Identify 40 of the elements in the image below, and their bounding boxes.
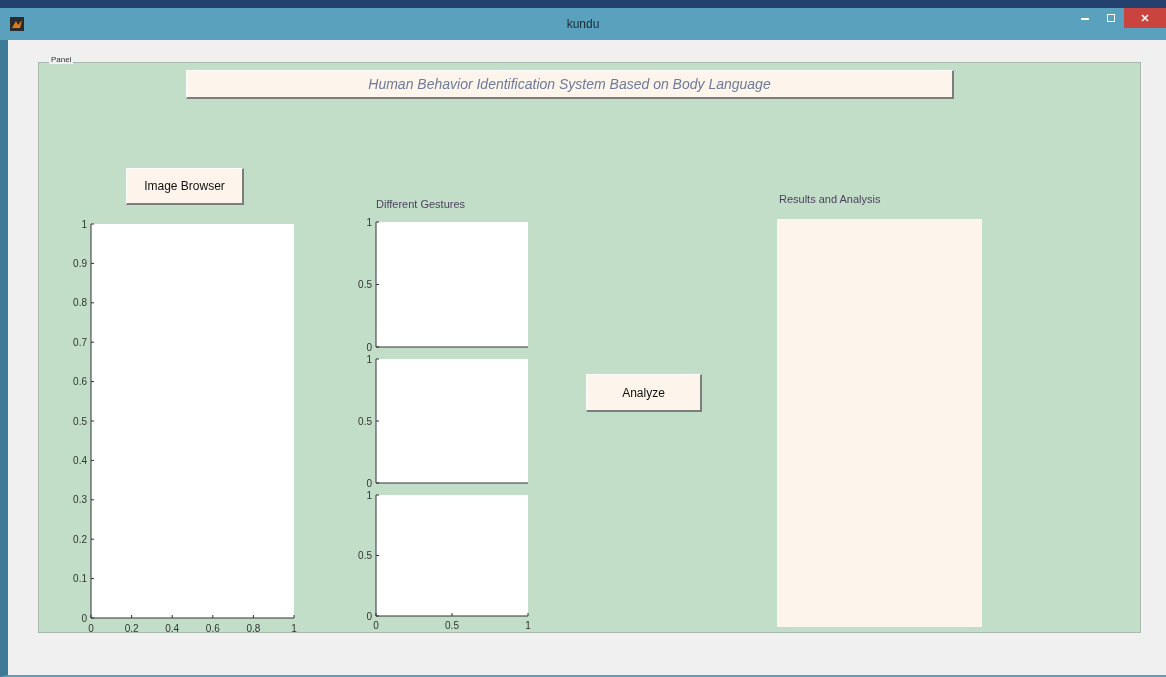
- tick-label: 0.8: [246, 623, 261, 634]
- tick-label: 0.7: [73, 336, 87, 348]
- tick-label: 1: [366, 353, 372, 365]
- tick-label: 0: [366, 477, 372, 489]
- tick-label: 0.5: [445, 620, 459, 631]
- image-browser-button[interactable]: Image Browser: [126, 168, 244, 205]
- tick-label: 0.2: [73, 533, 87, 545]
- tick-label: 1: [291, 623, 297, 634]
- tick-label: 0.3: [73, 494, 87, 506]
- tick-label: 0.9: [73, 257, 87, 269]
- tick-label: 0.2: [124, 623, 139, 634]
- tick-label: 0: [366, 610, 372, 622]
- tick-label: 0: [366, 341, 372, 353]
- tick-label: 0.6: [205, 623, 220, 634]
- window-title: kundu: [565, 17, 601, 31]
- tick-label: 0: [373, 620, 379, 631]
- tick-label: 0.6: [73, 376, 87, 388]
- heading: Human Behavior Identification System Based on Body Language: [186, 70, 954, 99]
- tick-label: 0.1: [73, 573, 87, 585]
- tick-label: 0.4: [165, 623, 180, 634]
- tick-label: 1: [366, 216, 372, 228]
- app-icon: [10, 17, 24, 31]
- tick-label: 0.5: [73, 415, 87, 427]
- tick-label: 0: [88, 623, 94, 634]
- tick-label: 1: [525, 620, 531, 631]
- panel-label: Panel: [49, 55, 74, 64]
- tick-label: 0.5: [358, 415, 372, 427]
- gestures-label: Different Gestures: [376, 198, 467, 210]
- analyze-button[interactable]: Analyze: [586, 374, 702, 412]
- close-icon: [1140, 13, 1150, 23]
- tick-label: 0.8: [73, 297, 87, 309]
- tick-label: 1: [81, 218, 87, 230]
- maximize-icon: [1106, 13, 1116, 23]
- results-label: Results and Analysis: [779, 193, 882, 205]
- tick-label: 0.5: [358, 550, 372, 561]
- close-button[interactable]: [1124, 8, 1166, 28]
- tick-label: 0.5: [358, 279, 372, 290]
- tick-label: 0: [81, 612, 87, 624]
- tick-label: 0.4: [73, 454, 87, 466]
- tick-label: 1: [366, 489, 372, 501]
